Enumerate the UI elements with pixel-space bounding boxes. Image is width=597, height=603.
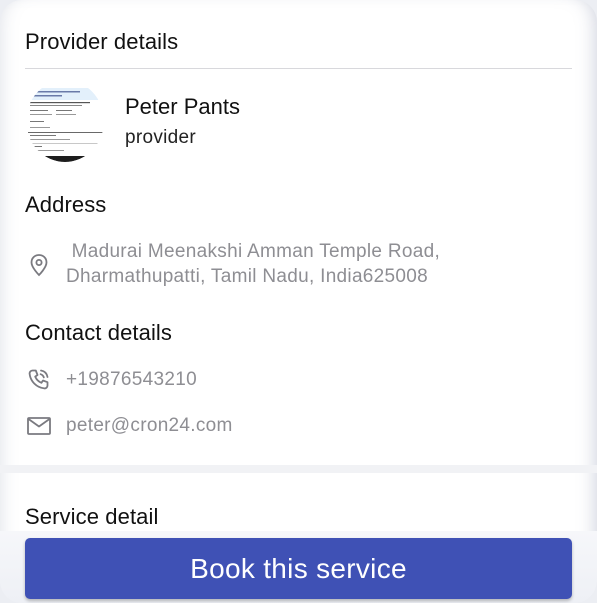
provider-role: provider	[125, 127, 197, 148]
address-heading: Address	[25, 192, 107, 217]
provider-details-sheet: Provider details Peter Pants provider Ad…	[0, 0, 597, 603]
provider-details-heading: Provider details	[25, 29, 179, 54]
address-line-2: Dharmathupatti, Tamil Nadu, India625008	[66, 266, 429, 287]
mail-icon	[26, 413, 52, 439]
phone-number[interactable]: +19876543210	[66, 367, 197, 392]
avatar-document-thumbnail	[26, 80, 104, 162]
heading-divider	[25, 68, 572, 69]
address-text: Madurai Meenakshi Amman Temple Road, Dha…	[66, 239, 440, 289]
provider-name: Peter Pants	[125, 94, 240, 119]
section-separator-band	[0, 465, 597, 473]
location-pin-icon	[26, 252, 52, 278]
email-address[interactable]: peter@cron24.com	[66, 413, 233, 438]
contact-details-heading: Contact details	[25, 320, 173, 345]
service-detail-heading: Service detail	[25, 504, 159, 529]
provider-avatar[interactable]	[26, 80, 104, 162]
book-service-button[interactable]: Book this service	[25, 538, 572, 599]
phone-icon	[26, 367, 52, 393]
address-line-1: Madurai Meenakshi Amman Temple Road,	[66, 241, 441, 262]
